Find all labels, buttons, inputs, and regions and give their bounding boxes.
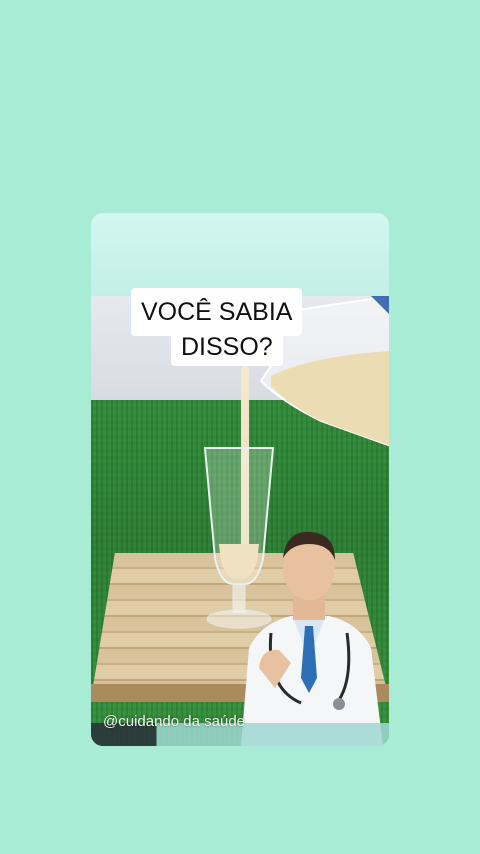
doctor-figure xyxy=(241,531,383,746)
caption-line-2: DISSO? xyxy=(171,328,283,366)
card-top-band xyxy=(91,213,389,296)
watermark-handle: @cuidando da saúde xyxy=(103,713,246,730)
video-card[interactable]: VOCÊ SABIA DISSO? @cuidando da saúde xyxy=(91,213,389,746)
